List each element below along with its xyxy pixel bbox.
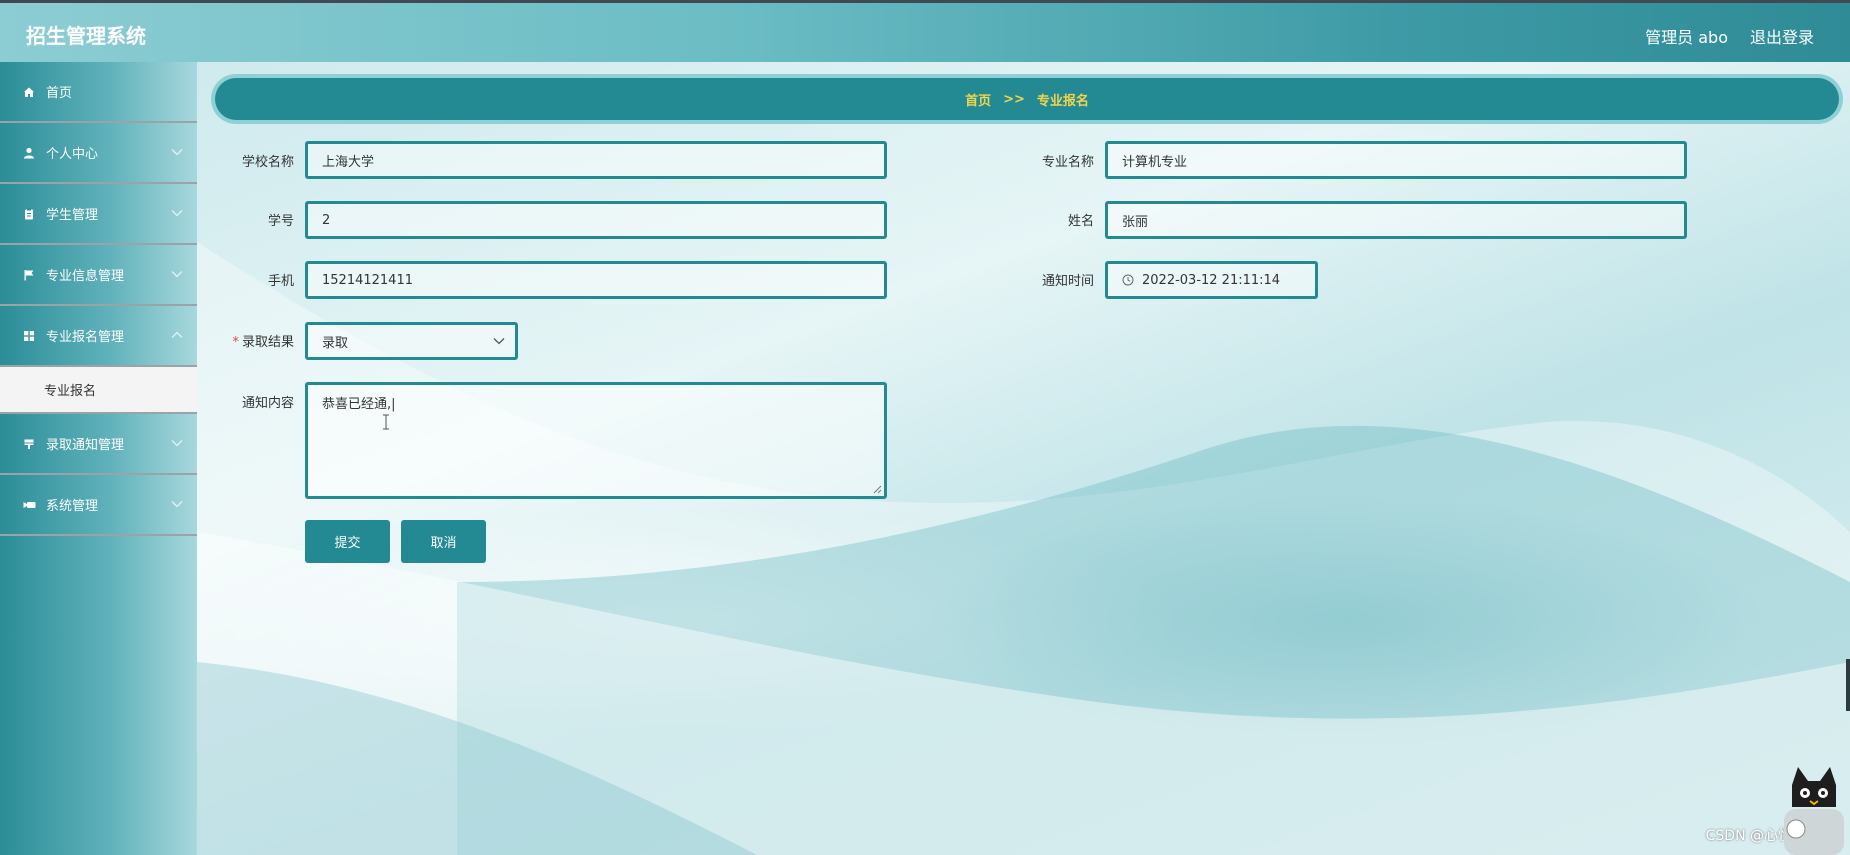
notice-time-label: 通知时间 — [1041, 274, 1094, 289]
chevron-down-icon — [171, 271, 183, 278]
notice-content-label: 通知内容 — [241, 396, 294, 411]
student-name-label: 姓名 — [1067, 214, 1094, 229]
app-title: 招生管理系统 — [26, 24, 146, 48]
cat-mascot-icon — [1784, 767, 1844, 855]
admission-result-value: 录取 — [322, 335, 349, 351]
student-name-field[interactable]: 张丽 — [1105, 201, 1687, 239]
phone-label: 手机 — [267, 274, 294, 289]
sidebar-subitem-major-signup[interactable]: 专业报名 — [0, 367, 197, 414]
chevron-down-icon — [493, 338, 505, 345]
admission-result-label: * 录取结果 — [214, 331, 294, 350]
sidebar-item-label: 首页 — [46, 86, 73, 101]
resize-handle-icon[interactable] — [873, 485, 882, 494]
clock-icon — [1122, 274, 1134, 286]
notice-content-text: 恭喜已经通,| — [322, 397, 396, 412]
flag-icon — [22, 268, 36, 282]
sidebar-item-home[interactable]: 首页 — [0, 62, 197, 123]
major-name-field[interactable]: 计算机专业 — [1105, 141, 1687, 179]
required-mark: * — [232, 335, 239, 350]
chevron-down-icon — [171, 210, 183, 217]
sidebar-item-student-management[interactable]: 学生管理 — [0, 184, 197, 245]
clipboard-icon — [22, 207, 36, 221]
text-cursor-icon — [383, 414, 389, 430]
breadcrumb-home-link[interactable]: 首页 — [965, 90, 991, 109]
sidebar-item-system-management[interactable]: 系统管理 — [0, 475, 197, 536]
sidebar-item-label: 系统管理 — [46, 499, 99, 514]
submit-button[interactable]: 提交 — [305, 520, 390, 563]
scrollbar-thumb[interactable] — [1846, 659, 1850, 711]
main-content: 首页 >> 专业报名 学校名称 上海大学 专业名称 计算机专业 学号 2 姓名 … — [197, 62, 1850, 855]
sidebar-item-label: 个人中心 — [46, 147, 99, 162]
chevron-down-icon — [171, 440, 183, 447]
sidebar-item-admission-notice[interactable]: 录取通知管理 — [0, 414, 197, 475]
major-name-label: 专业名称 — [1041, 155, 1094, 170]
current-user-label: 管理员 abo — [1645, 28, 1728, 47]
sidebar-item-label: 录取通知管理 — [46, 438, 125, 453]
sidebar-item-label: 专业报名管理 — [46, 330, 125, 345]
logout-link[interactable]: 退出登录 — [1750, 24, 1814, 48]
breadcrumb-current: 专业报名 — [1036, 93, 1089, 109]
student-number-field[interactable]: 2 — [305, 201, 887, 239]
sidebar-item-major-info[interactable]: 专业信息管理 — [0, 245, 197, 306]
sidebar-item-label: 专业信息管理 — [46, 269, 125, 284]
chevron-up-icon — [171, 331, 183, 338]
breadcrumb-separator: >> — [1003, 91, 1025, 107]
admission-result-label-text: 录取结果 — [241, 335, 294, 350]
chevron-down-icon — [171, 501, 183, 508]
breadcrumb: 首页 >> 专业报名 — [215, 78, 1839, 120]
grid-icon — [22, 329, 36, 343]
school-name-field[interactable]: 上海大学 — [305, 141, 887, 179]
cancel-button[interactable]: 取消 — [401, 520, 486, 563]
notice-time-picker[interactable]: 2022-03-12 21:11:14 — [1105, 261, 1318, 299]
sidebar-item-personal-center[interactable]: 个人中心 — [0, 123, 197, 184]
sidebar-item-major-signup-management[interactable]: 专业报名管理 — [0, 306, 197, 367]
sidebar-item-label: 学生管理 — [46, 208, 99, 223]
stamp-icon — [22, 437, 36, 451]
admission-result-select[interactable]: 录取 — [305, 322, 518, 360]
camera-icon — [22, 498, 36, 512]
student-number-label: 学号 — [267, 214, 294, 229]
notice-content-textarea[interactable]: 恭喜已经通,| — [305, 382, 887, 499]
phone-field[interactable]: 15214121411 — [305, 261, 887, 299]
chevron-down-icon — [171, 149, 183, 156]
person-icon — [22, 146, 36, 160]
home-icon — [22, 85, 36, 99]
top-header: 招生管理系统 管理员 abo 退出登录 — [0, 0, 1850, 62]
school-name-label: 学校名称 — [241, 155, 294, 170]
notice-time-value: 2022-03-12 21:11:14 — [1142, 272, 1281, 288]
sidebar: 首页 个人中心 学生管理 专业信息管理 专业报名管理 专业报名 录取通知管理 系… — [0, 62, 197, 855]
